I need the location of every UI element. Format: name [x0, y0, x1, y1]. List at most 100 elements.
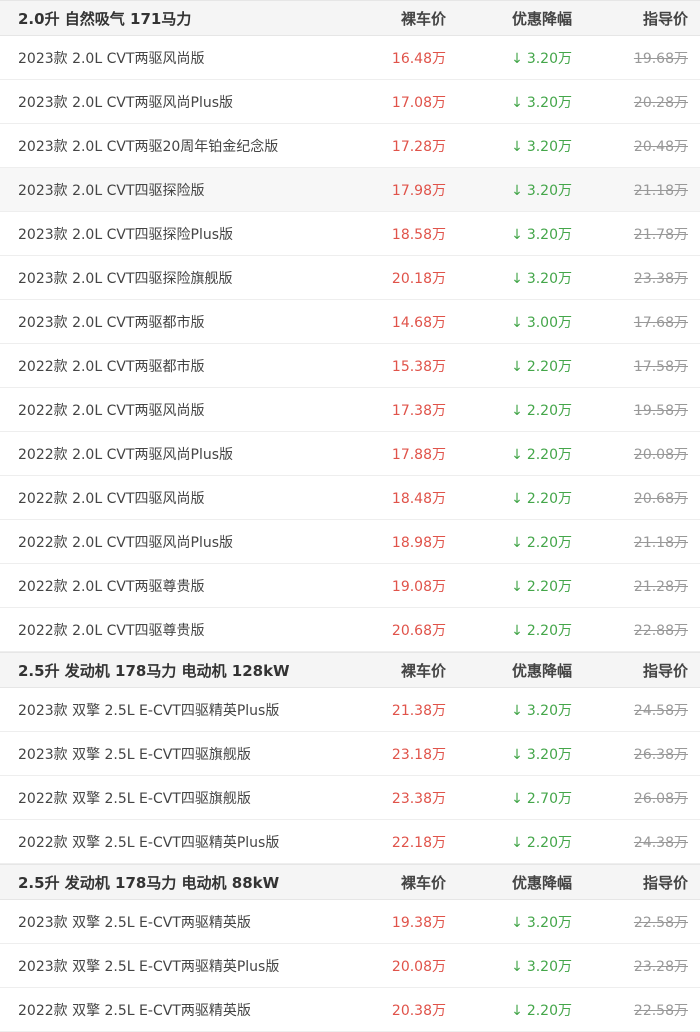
- table-row[interactable]: 2023款 2.0L CVT两驱都市版 14.68万 ↓ 3.00万 17.68万: [0, 300, 700, 344]
- discount-value: 2.20万: [526, 358, 572, 375]
- arrow-down-icon: ↓: [511, 490, 523, 507]
- trim-name[interactable]: 2022款 2.0L CVT四驱尊贵版: [0, 620, 328, 640]
- bare-price: 14.68万: [391, 314, 446, 331]
- discount-value: 2.20万: [526, 490, 572, 507]
- arrow-down-icon: ↓: [511, 534, 523, 551]
- table-row[interactable]: 2022款 2.0L CVT两驱风尚版 17.38万 ↓ 2.20万 19.58万: [0, 388, 700, 432]
- table-row[interactable]: 2022款 2.0L CVT两驱尊贵版 19.08万 ↓ 2.20万 21.28万: [0, 564, 700, 608]
- group-title: 2.0升 自然吸气 171马力: [18, 9, 192, 28]
- guide-price: 20.28万: [633, 94, 688, 111]
- bare-price: 20.08万: [391, 958, 446, 975]
- table-row[interactable]: 2022款 双擎 2.5L E-CVT两驱精英版 20.38万 ↓ 2.20万 2…: [0, 988, 700, 1032]
- discount: ↓ 2.70万: [446, 788, 572, 808]
- trim-name[interactable]: 2022款 双擎 2.5L E-CVT两驱精英版: [0, 1000, 328, 1020]
- table-row[interactable]: 2022款 双擎 2.5L E-CVT四驱旗舰版 23.38万 ↓ 2.70万 2…: [0, 776, 700, 820]
- guide-price: 26.38万: [633, 746, 688, 763]
- guide-price: 17.68万: [633, 314, 688, 331]
- trim-name[interactable]: 2023款 2.0L CVT四驱探险Plus版: [0, 224, 328, 244]
- trim-name[interactable]: 2022款 双擎 2.5L E-CVT四驱精英Plus版: [0, 832, 328, 852]
- trim-name[interactable]: 2023款 2.0L CVT四驱探险旗舰版: [0, 268, 328, 288]
- discount: ↓ 2.20万: [446, 400, 572, 420]
- table-row[interactable]: 2022款 2.0L CVT四驱风尚版 18.48万 ↓ 2.20万 20.68万: [0, 476, 700, 520]
- table-row[interactable]: 2022款 双擎 2.5L E-CVT四驱精英Plus版 22.18万 ↓ 2.2…: [0, 820, 700, 864]
- table-row[interactable]: 2023款 2.0L CVT四驱探险旗舰版 20.18万 ↓ 3.20万 23.3…: [0, 256, 700, 300]
- trim-name[interactable]: 2022款 2.0L CVT四驱风尚版: [0, 488, 328, 508]
- table-row[interactable]: 2023款 2.0L CVT四驱探险版 17.98万 ↓ 3.20万 21.18万: [0, 168, 700, 212]
- discount: ↓ 2.20万: [446, 444, 572, 464]
- discount-value: 2.20万: [526, 402, 572, 419]
- discount: ↓ 2.20万: [446, 620, 572, 640]
- trim-name[interactable]: 2022款 2.0L CVT两驱尊贵版: [0, 576, 328, 596]
- table-row[interactable]: 2023款 2.0L CVT两驱风尚版 16.48万 ↓ 3.20万 19.68万: [0, 36, 700, 80]
- discount: ↓ 3.20万: [446, 224, 572, 244]
- arrow-down-icon: ↓: [511, 834, 523, 851]
- arrow-down-icon: ↓: [511, 270, 523, 287]
- price-table: 2.0升 自然吸气 171马力 裸车价 优惠降幅 指导价 2023款 2.0L …: [0, 0, 700, 1032]
- col-header-discount: 优惠降幅: [511, 9, 572, 28]
- table-row[interactable]: 2023款 双擎 2.5L E-CVT四驱精英Plus版 21.38万 ↓ 3.2…: [0, 688, 700, 732]
- table-row[interactable]: 2023款 双擎 2.5L E-CVT两驱精英Plus版 20.08万 ↓ 3.2…: [0, 944, 700, 988]
- table-row[interactable]: 2023款 双擎 2.5L E-CVT四驱旗舰版 23.18万 ↓ 3.20万 2…: [0, 732, 700, 776]
- col-header-discount: 优惠降幅: [511, 661, 572, 680]
- guide-price: 21.78万: [633, 226, 688, 243]
- discount-value: 2.20万: [526, 578, 572, 595]
- trim-name[interactable]: 2023款 双擎 2.5L E-CVT两驱精英Plus版: [0, 956, 328, 976]
- col-header-bare-price: 裸车价: [400, 9, 446, 28]
- discount-value: 2.20万: [526, 622, 572, 639]
- trim-name[interactable]: 2023款 2.0L CVT四驱探险版: [0, 180, 328, 200]
- bare-price: 17.38万: [391, 402, 446, 419]
- discount-value: 3.20万: [526, 958, 572, 975]
- table-row[interactable]: 2022款 2.0L CVT两驱风尚Plus版 17.88万 ↓ 2.20万 20…: [0, 432, 700, 476]
- arrow-down-icon: ↓: [511, 702, 523, 719]
- discount: ↓ 2.20万: [446, 356, 572, 376]
- discount: ↓ 3.20万: [446, 48, 572, 68]
- trim-name[interactable]: 2023款 2.0L CVT两驱都市版: [0, 312, 328, 332]
- discount-value: 3.20万: [526, 746, 572, 763]
- trim-name[interactable]: 2022款 2.0L CVT两驱风尚Plus版: [0, 444, 328, 464]
- guide-price: 17.58万: [633, 358, 688, 375]
- table-row[interactable]: 2023款 双擎 2.5L E-CVT两驱精英版 19.38万 ↓ 3.20万 2…: [0, 900, 700, 944]
- bare-price: 18.98万: [391, 534, 446, 551]
- bare-price: 19.38万: [391, 914, 446, 931]
- trim-name[interactable]: 2023款 2.0L CVT两驱风尚Plus版: [0, 92, 328, 112]
- trim-name[interactable]: 2023款 双擎 2.5L E-CVT四驱精英Plus版: [0, 700, 328, 720]
- guide-price: 19.58万: [633, 402, 688, 419]
- arrow-down-icon: ↓: [511, 914, 523, 931]
- guide-price: 22.88万: [633, 622, 688, 639]
- bare-price: 15.38万: [391, 358, 446, 375]
- arrow-down-icon: ↓: [511, 790, 523, 807]
- table-row[interactable]: 2023款 2.0L CVT四驱探险Plus版 18.58万 ↓ 3.20万 21…: [0, 212, 700, 256]
- discount: ↓ 3.20万: [446, 92, 572, 112]
- arrow-down-icon: ↓: [511, 226, 523, 243]
- trim-name[interactable]: 2023款 2.0L CVT两驱风尚版: [0, 48, 328, 68]
- trim-name[interactable]: 2022款 2.0L CVT四驱风尚Plus版: [0, 532, 328, 552]
- trim-name[interactable]: 2023款 双擎 2.5L E-CVT两驱精英版: [0, 912, 328, 932]
- bare-price: 20.18万: [391, 270, 446, 287]
- bare-price: 18.58万: [391, 226, 446, 243]
- trim-name[interactable]: 2022款 2.0L CVT两驱都市版: [0, 356, 328, 376]
- discount: ↓ 2.20万: [446, 832, 572, 852]
- table-row[interactable]: 2022款 2.0L CVT两驱都市版 15.38万 ↓ 2.20万 17.58万: [0, 344, 700, 388]
- guide-price: 21.18万: [633, 534, 688, 551]
- trim-name[interactable]: 2022款 双擎 2.5L E-CVT四驱旗舰版: [0, 788, 328, 808]
- bare-price: 16.48万: [391, 50, 446, 67]
- guide-price: 22.58万: [633, 914, 688, 931]
- table-row[interactable]: 2023款 2.0L CVT两驱20周年铂金纪念版 17.28万 ↓ 3.20万 …: [0, 124, 700, 168]
- table-row[interactable]: 2022款 2.0L CVT四驱尊贵版 20.68万 ↓ 2.20万 22.88万: [0, 608, 700, 652]
- trim-name[interactable]: 2023款 2.0L CVT两驱20周年铂金纪念版: [0, 136, 328, 156]
- discount-value: 2.20万: [526, 534, 572, 551]
- discount: ↓ 3.20万: [446, 912, 572, 932]
- discount: ↓ 3.20万: [446, 956, 572, 976]
- guide-price: 20.48万: [633, 138, 688, 155]
- col-header-guide-price: 指导价: [642, 873, 688, 892]
- trim-name[interactable]: 2022款 2.0L CVT两驱风尚版: [0, 400, 328, 420]
- group-title: 2.5升 发动机 178马力 电动机 88kW: [18, 873, 280, 892]
- table-row[interactable]: 2023款 2.0L CVT两驱风尚Plus版 17.08万 ↓ 3.20万 20…: [0, 80, 700, 124]
- arrow-down-icon: ↓: [511, 50, 523, 67]
- table-row[interactable]: 2022款 2.0L CVT四驱风尚Plus版 18.98万 ↓ 2.20万 21…: [0, 520, 700, 564]
- arrow-down-icon: ↓: [511, 182, 523, 199]
- col-header-discount: 优惠降幅: [511, 873, 572, 892]
- trim-name[interactable]: 2023款 双擎 2.5L E-CVT四驱旗舰版: [0, 744, 328, 764]
- arrow-down-icon: ↓: [511, 138, 523, 155]
- guide-price: 20.68万: [633, 490, 688, 507]
